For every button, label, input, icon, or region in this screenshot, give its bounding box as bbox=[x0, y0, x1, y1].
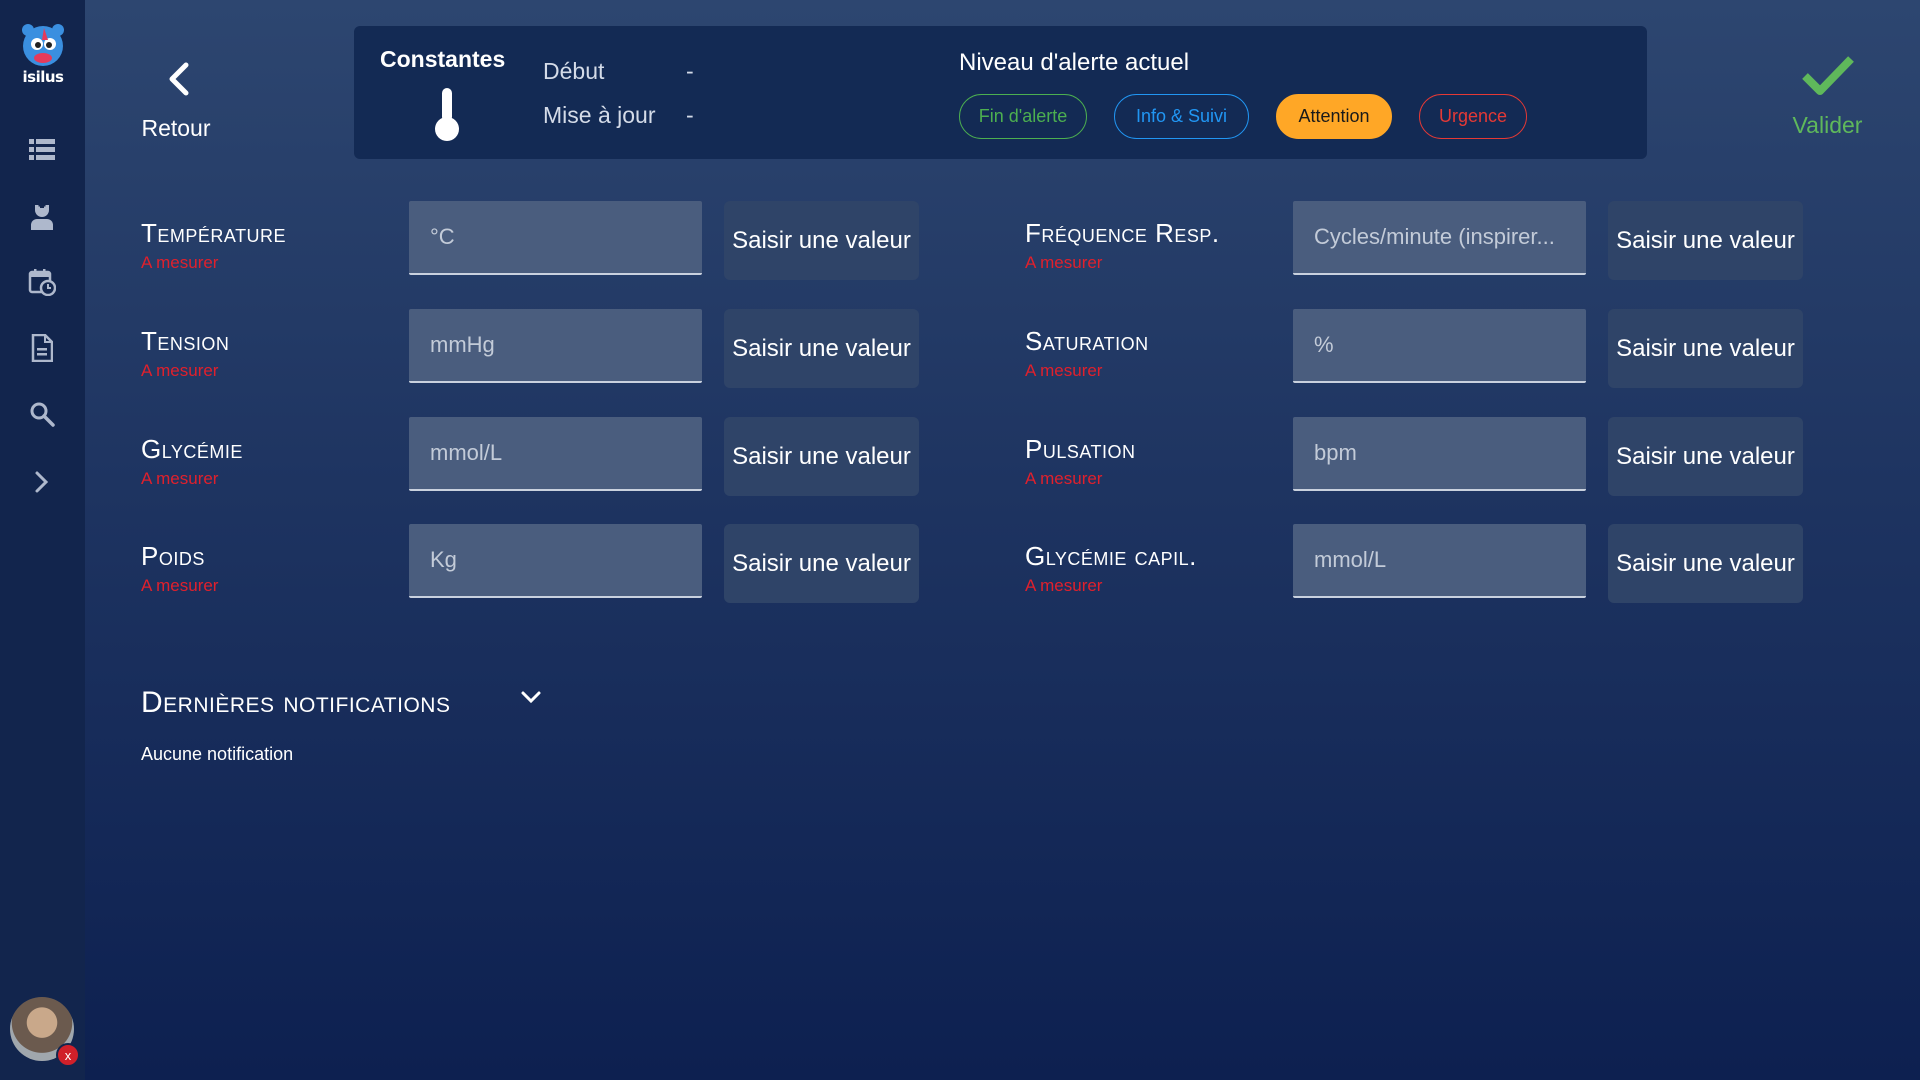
search-icon[interactable] bbox=[26, 398, 58, 430]
alert-level-title: Niveau d'alerte actuel bbox=[959, 49, 1190, 76]
measure-status: A mesurer bbox=[1025, 469, 1103, 488]
update-label: Mise à jour bbox=[543, 102, 656, 128]
sidebar: isilus x bbox=[0, 0, 85, 1080]
back-button[interactable]: Retour bbox=[140, 55, 220, 145]
measure-status: A mesurer bbox=[1025, 576, 1103, 595]
saturation-enter-button[interactable]: Saisir une valeur bbox=[1608, 309, 1803, 388]
document-icon[interactable] bbox=[26, 332, 58, 364]
pulse-enter-button[interactable]: Saisir une valeur bbox=[1608, 417, 1803, 496]
list-icon[interactable] bbox=[26, 134, 58, 166]
measure-status: A mesurer bbox=[141, 576, 219, 595]
measure-name-tension: Tension bbox=[141, 326, 230, 356]
weight-enter-button[interactable]: Saisir une valeur bbox=[724, 524, 919, 603]
update-value: - bbox=[686, 102, 694, 128]
calendar-clock-icon[interactable] bbox=[26, 266, 58, 298]
capillary-glycemia-input[interactable] bbox=[1293, 524, 1586, 598]
thermometer-icon bbox=[435, 88, 459, 141]
measure-name-temperature: Température bbox=[141, 218, 287, 248]
temperature-enter-button[interactable]: Saisir une valeur bbox=[724, 201, 919, 280]
glycemia-input[interactable] bbox=[409, 417, 702, 491]
avatar-badge[interactable]: x bbox=[56, 1043, 80, 1067]
alert-pill-attention[interactable]: Attention bbox=[1276, 94, 1392, 139]
validate-button[interactable]: Valider bbox=[1780, 52, 1875, 147]
measure-status: A mesurer bbox=[141, 469, 219, 488]
validate-label: Valider bbox=[1792, 112, 1863, 138]
tension-input[interactable] bbox=[409, 309, 702, 383]
notifications-title[interactable]: Dernières notifications bbox=[141, 686, 450, 720]
glycemia-enter-button[interactable]: Saisir une valeur bbox=[724, 417, 919, 496]
measure-status: A mesurer bbox=[141, 253, 219, 272]
measure-name-pulse: Pulsation bbox=[1025, 434, 1136, 464]
back-label: Retour bbox=[141, 115, 211, 141]
chevron-left-icon bbox=[169, 62, 189, 96]
section-title: Constantes bbox=[380, 46, 506, 72]
measure-status: A mesurer bbox=[1025, 253, 1103, 272]
measure-name-saturation: Saturation bbox=[1025, 326, 1149, 356]
start-label: Début bbox=[543, 58, 605, 84]
notifications-empty-text: Aucune notification bbox=[141, 744, 294, 764]
checkmark-icon bbox=[1802, 56, 1854, 95]
saturation-input[interactable] bbox=[1293, 309, 1586, 383]
temperature-input[interactable] bbox=[409, 201, 702, 275]
alert-pill-urgent[interactable]: Urgence bbox=[1419, 94, 1527, 139]
measure-name-resp-rate: Fréquence Resp. bbox=[1025, 218, 1220, 248]
start-value: - bbox=[686, 58, 694, 84]
logo-text: isilus bbox=[22, 68, 64, 86]
chevron-right-icon[interactable] bbox=[26, 466, 58, 498]
logo-mascot-icon bbox=[22, 24, 64, 66]
tension-enter-button[interactable]: Saisir une valeur bbox=[724, 309, 919, 388]
measure-name-glycemia: Glycémie bbox=[141, 434, 243, 464]
measure-name-capillary-glycemia: Glycémie capil. bbox=[1025, 541, 1197, 571]
resp-rate-enter-button[interactable]: Saisir une valeur bbox=[1608, 201, 1803, 280]
pulse-input[interactable] bbox=[1293, 417, 1586, 491]
alert-pill-info[interactable]: Info & Suivi bbox=[1114, 94, 1249, 139]
alert-pill-end[interactable]: Fin d'alerte bbox=[959, 94, 1087, 139]
app-logo[interactable]: isilus bbox=[14, 20, 72, 86]
chevron-down-icon[interactable] bbox=[520, 690, 542, 706]
nurse-icon[interactable] bbox=[26, 200, 58, 232]
header-card: Constantes Début - Mise à jour - Niveau … bbox=[354, 26, 1647, 159]
resp-rate-input[interactable] bbox=[1293, 201, 1586, 275]
capillary-glycemia-enter-button[interactable]: Saisir une valeur bbox=[1608, 524, 1803, 603]
measure-name-weight: Poids bbox=[141, 541, 205, 571]
weight-input[interactable] bbox=[409, 524, 702, 598]
measure-status: A mesurer bbox=[1025, 361, 1103, 380]
measure-status: A mesurer bbox=[141, 361, 219, 380]
